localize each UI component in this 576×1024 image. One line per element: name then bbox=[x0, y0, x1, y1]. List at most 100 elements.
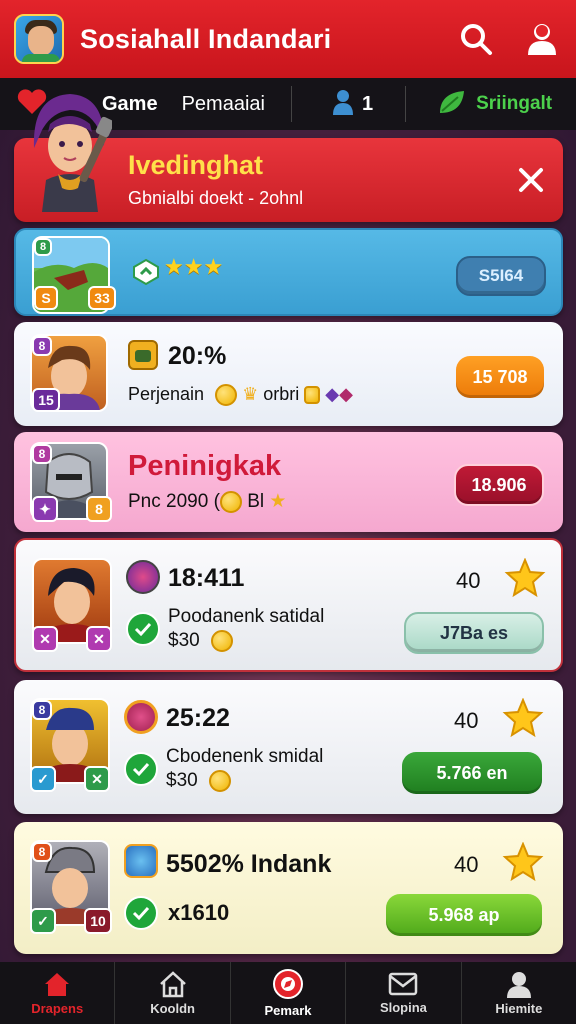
banner-title: Ivedinghat bbox=[128, 150, 264, 180]
cross-badge-icon: ✕ bbox=[86, 626, 112, 652]
list-item[interactable]: 8 15 20:% Perjenain ♛ orbri ◆◆ 15 708 bbox=[14, 322, 563, 426]
coin-icon bbox=[304, 386, 321, 405]
item-count: 40 bbox=[454, 852, 479, 877]
potion-icon bbox=[126, 560, 160, 594]
tab-divider-2 bbox=[405, 86, 407, 122]
item-title: 18:411 bbox=[168, 564, 245, 592]
close-icon[interactable] bbox=[513, 162, 549, 198]
user-icon bbox=[506, 972, 531, 998]
item-subtitle: Pnc 2090 ( Bl ★ bbox=[128, 490, 286, 513]
score-badge-right: 33 bbox=[88, 286, 116, 310]
item-line2: $30 bbox=[166, 770, 198, 792]
score-badge-left: S bbox=[34, 286, 58, 310]
nav-item-kooldn[interactable]: Kooldn bbox=[115, 962, 231, 1024]
app-header: Sosiahall Indandari bbox=[0, 0, 576, 78]
price-button[interactable]: 15 708 bbox=[456, 356, 544, 398]
price-button[interactable]: 5.766 en bbox=[402, 752, 542, 794]
rank-badge: 8 bbox=[32, 842, 52, 862]
rank-badge: 8 bbox=[32, 700, 52, 720]
nav-item-hiemite[interactable]: Hiemite bbox=[462, 962, 576, 1024]
rank-badge: 8 bbox=[34, 238, 52, 256]
star-coin-icon bbox=[504, 557, 546, 600]
leaf-icon bbox=[438, 89, 466, 120]
item-subtitle-extra: orbri bbox=[263, 384, 300, 404]
gem-icon: ◆ bbox=[339, 384, 353, 404]
level-badge: 15 bbox=[32, 388, 60, 412]
coin-icon bbox=[219, 490, 242, 513]
check-icon bbox=[124, 752, 158, 786]
item-line2-row: $30 bbox=[168, 630, 233, 652]
list-item[interactable]: ✕ ✕ 18:411 40 Poodanenk satidal $30 J7Ba… bbox=[14, 538, 563, 672]
level-badge: 8 bbox=[86, 496, 112, 522]
bird-icon bbox=[124, 844, 158, 878]
house-outline-icon bbox=[159, 971, 186, 998]
nav-label: Hiemite bbox=[495, 1001, 543, 1016]
hero-avatar bbox=[28, 88, 115, 212]
check-icon bbox=[124, 896, 158, 930]
price-button[interactable]: J7Ba es bbox=[404, 612, 544, 654]
player-count: 1 bbox=[361, 92, 374, 115]
gem-icon bbox=[132, 258, 160, 291]
item-subtitle-text: Pnc 2090 ( bbox=[128, 491, 220, 512]
item-line2: $30 bbox=[168, 630, 200, 652]
item-title: 5502% Indank bbox=[166, 850, 332, 878]
star-coin-icon bbox=[502, 697, 544, 740]
item-subtitle: Perjenain ♛ orbri ◆◆ bbox=[128, 384, 353, 407]
list-item[interactable]: 8 ✓ ✕ 25:22 40 Cbodenenk smidal $30 5.76… bbox=[14, 680, 563, 814]
crown-icon: ★ bbox=[269, 491, 287, 512]
item-subtitle-text: Perjenain bbox=[128, 384, 205, 404]
coin-icon bbox=[215, 384, 238, 407]
item-count: 40 bbox=[454, 708, 479, 733]
item-line1: x1610 bbox=[168, 900, 230, 925]
coin-icon bbox=[208, 770, 231, 792]
crown-icon: ♛ bbox=[242, 384, 259, 404]
tab-divider bbox=[290, 86, 292, 122]
profile-icon[interactable] bbox=[522, 19, 562, 59]
list-item[interactable]: 8 ✓ 10 5502% Indank 40 x1610 5.968 ap bbox=[14, 822, 563, 954]
fist-icon bbox=[128, 340, 158, 370]
mail-icon bbox=[389, 972, 418, 996]
price-button[interactable]: S5I64 bbox=[456, 256, 546, 296]
item-line1: Poodanenk satidal bbox=[168, 606, 325, 627]
status-label: Sriingalt bbox=[476, 93, 553, 114]
nav-item-slopina[interactable]: Slopina bbox=[346, 962, 462, 1024]
item-line1: Cbodenenk smidal bbox=[166, 746, 324, 767]
nav-item-drapens[interactable]: Drapens bbox=[0, 962, 116, 1024]
nav-label: Slopina bbox=[379, 1000, 427, 1015]
shield-icon: ✦ bbox=[32, 496, 58, 522]
tab-pemaaiai[interactable]: Pemaaiai bbox=[182, 93, 265, 116]
list-item[interactable]: 8 S 33 ★★★ S5I64 bbox=[14, 228, 563, 316]
banner-subtitle: Gbnialbi doekt - 2ohnl bbox=[128, 188, 304, 208]
nav-item-pemark[interactable]: Pemark bbox=[231, 962, 347, 1024]
price-button[interactable]: 18.906 bbox=[454, 464, 544, 506]
star-coin-icon bbox=[502, 841, 544, 884]
app-title: Sosiahall Indandari bbox=[80, 23, 332, 54]
rank-badge: 8 bbox=[32, 336, 52, 356]
rating-stars: ★★★ bbox=[164, 254, 224, 279]
coin-icon bbox=[210, 630, 233, 652]
item-count: 40 bbox=[456, 568, 481, 593]
check-icon bbox=[126, 612, 160, 646]
player-icon bbox=[332, 89, 354, 120]
rank-badge: 8 bbox=[32, 444, 52, 464]
level-badge: 10 bbox=[84, 908, 112, 934]
item-subtitle-extra: Bl bbox=[247, 491, 265, 512]
nav-label: Kooldn bbox=[150, 1001, 195, 1016]
item-line2-row: $30 bbox=[166, 770, 231, 792]
app-logo-icon[interactable] bbox=[14, 14, 64, 64]
apple-icon bbox=[124, 700, 158, 734]
compass-icon bbox=[273, 969, 304, 999]
cross-badge-icon: ✕ bbox=[84, 766, 110, 792]
nav-label: Drapens bbox=[31, 1001, 84, 1016]
item-title: Peninigkak bbox=[128, 450, 282, 482]
search-icon[interactable] bbox=[456, 19, 496, 59]
price-button[interactable]: 5.968 ap bbox=[386, 894, 542, 936]
item-title: 20:% bbox=[168, 342, 227, 370]
gem-icon: ◆ bbox=[325, 384, 340, 404]
cross-badge-icon: ✕ bbox=[32, 626, 58, 652]
list-item[interactable]: 8 ✦ 8 Peninigkak Pnc 2090 ( Bl ★ 18.906 bbox=[14, 432, 563, 532]
item-title: 25:22 bbox=[166, 704, 230, 732]
bottom-nav: Drapens Kooldn Pemark Slopina Hiemite bbox=[0, 962, 576, 1024]
nav-label: Pemark bbox=[264, 1003, 312, 1018]
check-badge-icon: ✓ bbox=[30, 766, 56, 792]
